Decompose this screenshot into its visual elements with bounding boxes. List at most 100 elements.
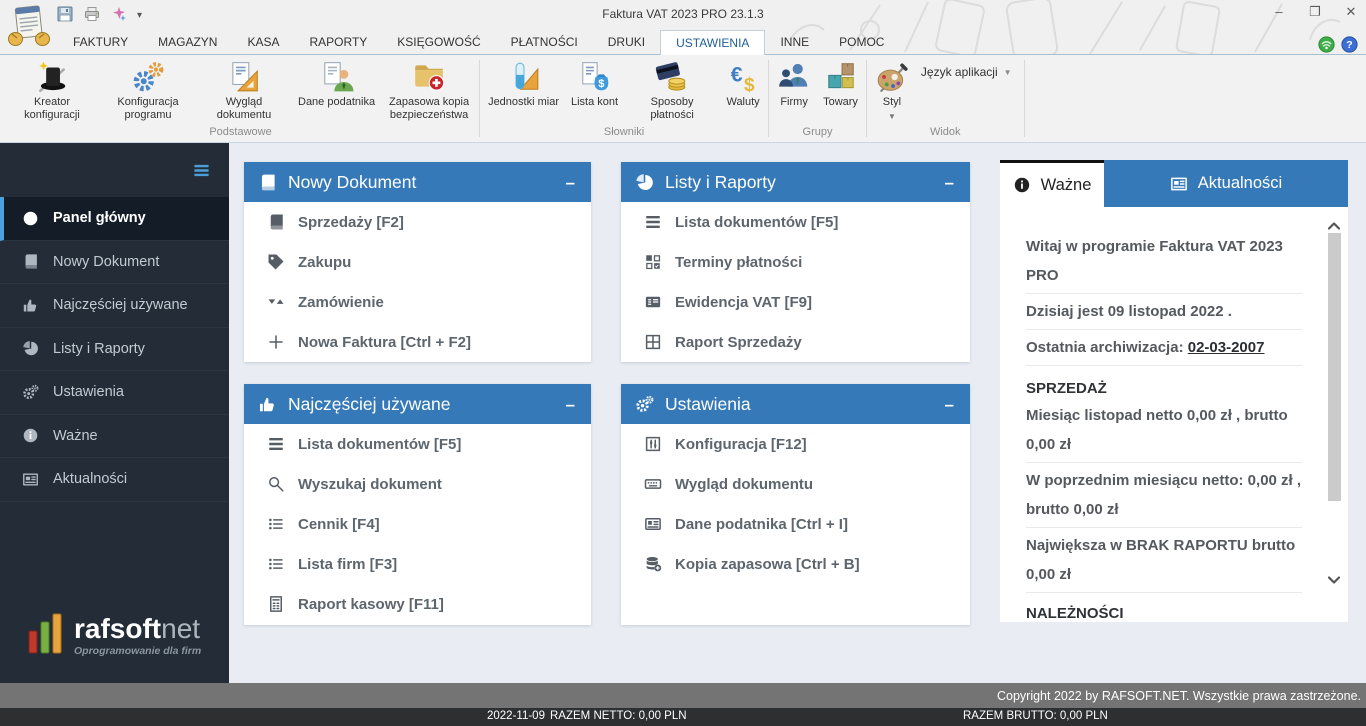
restore-button[interactable]: ❐ bbox=[1306, 4, 1324, 20]
archive-date-link[interactable]: 02-03-2007 bbox=[1188, 339, 1265, 356]
item-raport-kasowy[interactable]: Raport kasowy [F11] bbox=[244, 584, 591, 624]
item-cennik[interactable]: Cennik [F4] bbox=[244, 504, 591, 544]
item-zakupu[interactable]: Zakupu bbox=[244, 242, 591, 282]
plus-icon bbox=[267, 333, 285, 351]
today-text: Dzisiaj jest 09 listopad 2022 . bbox=[1026, 294, 1302, 330]
collapse-button[interactable]: – bbox=[945, 396, 954, 413]
accounts-icon bbox=[578, 60, 612, 94]
tab-druki[interactable]: DRUKI bbox=[593, 30, 660, 54]
collapse-button[interactable]: – bbox=[566, 174, 575, 191]
tab-kasa[interactable]: KASA bbox=[232, 30, 294, 54]
sidebar-item-nowy-dokument[interactable]: Nowy Dokument bbox=[0, 241, 229, 284]
item-sprzedazy[interactable]: Sprzedaży [F2] bbox=[244, 202, 591, 242]
window-title: Faktura VAT 2023 PRO 23.1.3 bbox=[602, 7, 764, 21]
sidebar-item-najczesciej-uzywane[interactable]: Najczęściej używane bbox=[0, 284, 229, 328]
panel-najczesciej-uzywane: Najczęściej używane – Lista dokumentów [… bbox=[244, 384, 591, 625]
tab-faktury[interactable]: FAKTURY bbox=[58, 30, 143, 54]
tab-magazyn[interactable]: MAGAZYN bbox=[143, 30, 232, 54]
gears-icon bbox=[22, 384, 39, 401]
towary-button[interactable]: Towary bbox=[817, 57, 864, 109]
item-label: Terminy płatności bbox=[675, 253, 803, 271]
jednostki-miar-button[interactable]: Jednostki miar bbox=[482, 57, 565, 109]
item-terminy-platnosci[interactable]: Terminy płatności bbox=[621, 242, 970, 282]
sidebar-item-panel-glowny[interactable]: Panel główny bbox=[0, 197, 229, 241]
list-rows-icon bbox=[644, 213, 662, 231]
help-icon[interactable] bbox=[1341, 36, 1358, 53]
item-wyglad-dokumentu[interactable]: Wygląd dokumentu bbox=[621, 464, 970, 504]
tab-label: Aktualności bbox=[1197, 174, 1283, 192]
ribbon-tab-row: FAKTURY MAGAZYN KASA RAPORTY KSIĘGOWOŚĆ … bbox=[0, 30, 1366, 55]
item-label: Wyszukaj dokument bbox=[298, 475, 442, 493]
sposoby-platnosci-button[interactable]: Sposoby płatności bbox=[624, 57, 720, 122]
item-label: Lista dokumentów [F5] bbox=[675, 213, 839, 231]
item-label: Dane podatnika [Ctrl + I] bbox=[675, 515, 848, 533]
item-lista-firm[interactable]: Lista firm [F3] bbox=[244, 544, 591, 584]
item-lista-dokumentow[interactable]: Lista dokumentów [F5] bbox=[244, 424, 591, 464]
id-card-icon bbox=[644, 515, 662, 533]
scroll-down-icon[interactable] bbox=[1327, 573, 1341, 585]
panel-title: Nowy Dokument bbox=[288, 171, 417, 192]
kreator-konfiguracji-button[interactable]: Kreator konfiguracji bbox=[4, 57, 100, 122]
item-dane-podatnika[interactable]: Dane podatnika [Ctrl + I] bbox=[621, 504, 970, 544]
list-dots-icon bbox=[267, 515, 285, 533]
dashboard-icon bbox=[22, 210, 39, 227]
group-label-slowniki: Słowniki bbox=[603, 126, 645, 138]
dane-podatnika-button[interactable]: Dane podatnika bbox=[292, 57, 381, 109]
ribbon-group-slowniki: Jednostki miar Lista kont Sposoby płatno… bbox=[482, 55, 766, 142]
chevron-down-icon: ▼ bbox=[887, 111, 896, 121]
sidebar-item-listy-i-raporty[interactable]: Listy i Raporty bbox=[0, 328, 229, 371]
waluty-button[interactable]: Waluty bbox=[720, 57, 766, 109]
item-nowa-faktura[interactable]: Nowa Faktura [Ctrl + F2] bbox=[244, 322, 591, 362]
tag-icon bbox=[267, 253, 285, 271]
tab-platnosci[interactable]: PŁATNOŚCI bbox=[496, 30, 593, 54]
ribbon-button-label: Dane podatnika bbox=[298, 96, 376, 108]
item-konfiguracja[interactable]: Konfiguracja [F12] bbox=[621, 424, 970, 464]
konfiguracja-programu-button[interactable]: Konfiguracja programu bbox=[100, 57, 196, 122]
ribbon-group-widok: Styl ▼ Język aplikacji ▼ Widok bbox=[869, 55, 1022, 142]
collapse-button[interactable]: – bbox=[945, 174, 954, 191]
tab-raporty[interactable]: RAPORTY bbox=[294, 30, 382, 54]
item-label: Lista firm [F3] bbox=[298, 555, 398, 573]
news-icon bbox=[1170, 175, 1188, 193]
item-ewidencja-vat[interactable]: Ewidencja VAT [F9] bbox=[621, 282, 970, 322]
collapse-button[interactable]: – bbox=[566, 396, 575, 413]
item-label: Wygląd dokumentu bbox=[675, 475, 814, 493]
firmy-button[interactable]: Firmy bbox=[771, 57, 817, 109]
sidebar-item-aktualnosci[interactable]: Aktualności bbox=[0, 458, 229, 502]
jezyk-aplikacji-label: Język aplikacji bbox=[920, 65, 998, 79]
tab-aktualnosci[interactable]: Aktualności bbox=[1104, 160, 1348, 207]
item-zamowienie[interactable]: Zamówienie bbox=[244, 282, 591, 322]
styl-button[interactable]: Styl ▼ bbox=[869, 57, 915, 121]
jezyk-aplikacji-dropdown[interactable]: Język aplikacji ▼ bbox=[915, 57, 1022, 79]
tab-inne[interactable]: INNE bbox=[765, 30, 824, 54]
lista-kont-button[interactable]: Lista kont bbox=[565, 57, 624, 109]
tab-ksiegowosc[interactable]: KSIĘGOWOŚĆ bbox=[382, 30, 495, 54]
zapasowa-kopia-button[interactable]: Zapasowa kopia bezpieczeństwa bbox=[381, 57, 477, 122]
sidebar-item-ustawienia[interactable]: Ustawienia bbox=[0, 371, 229, 415]
item-wyszukaj-dokument[interactable]: Wyszukaj dokument bbox=[244, 464, 591, 504]
tab-pomoc[interactable]: POMOC bbox=[824, 30, 899, 54]
scrollbar-thumb[interactable] bbox=[1328, 233, 1341, 501]
menu-icon[interactable] bbox=[192, 162, 211, 179]
ribbon-button-label: Sposoby płatności bbox=[650, 96, 694, 121]
item-kopia-zapasowa[interactable]: Kopia zapasowa [Ctrl + B] bbox=[621, 544, 970, 584]
item-label: Sprzedaży [F2] bbox=[298, 213, 404, 231]
wyglad-dokumentu-button[interactable]: Wygląd dokumentu bbox=[196, 57, 292, 122]
receivables-heading: NALEŻNOŚCI bbox=[1026, 605, 1124, 622]
scroll-up-icon[interactable] bbox=[1327, 219, 1341, 231]
logo-tagline: Oprogramowanie dla firm bbox=[74, 645, 202, 657]
keyboard-icon bbox=[644, 475, 662, 493]
panel-title: Ustawienia bbox=[665, 393, 751, 414]
sidebar-item-wazne[interactable]: Ważne bbox=[0, 415, 229, 458]
close-button[interactable]: ✕ bbox=[1342, 4, 1360, 20]
item-lista-dokumentow[interactable]: Lista dokumentów [F5] bbox=[621, 202, 970, 242]
item-raport-sprzedazy[interactable]: Raport Sprzedaży bbox=[621, 322, 970, 362]
tab-ustawienia[interactable]: USTAWIENIA bbox=[660, 30, 766, 55]
ribbon-button-label: Konfiguracja programu bbox=[117, 96, 179, 121]
minimize-button[interactable]: – bbox=[1270, 4, 1288, 20]
tab-wazne[interactable]: Ważne bbox=[1000, 160, 1104, 207]
online-status-icon[interactable] bbox=[1318, 36, 1335, 53]
vat-card-icon bbox=[644, 293, 662, 311]
sales-line: Miesiąc listopad netto 0,00 zł , brutto … bbox=[1026, 398, 1302, 463]
ribbon-button-label: Firmy bbox=[780, 96, 808, 108]
